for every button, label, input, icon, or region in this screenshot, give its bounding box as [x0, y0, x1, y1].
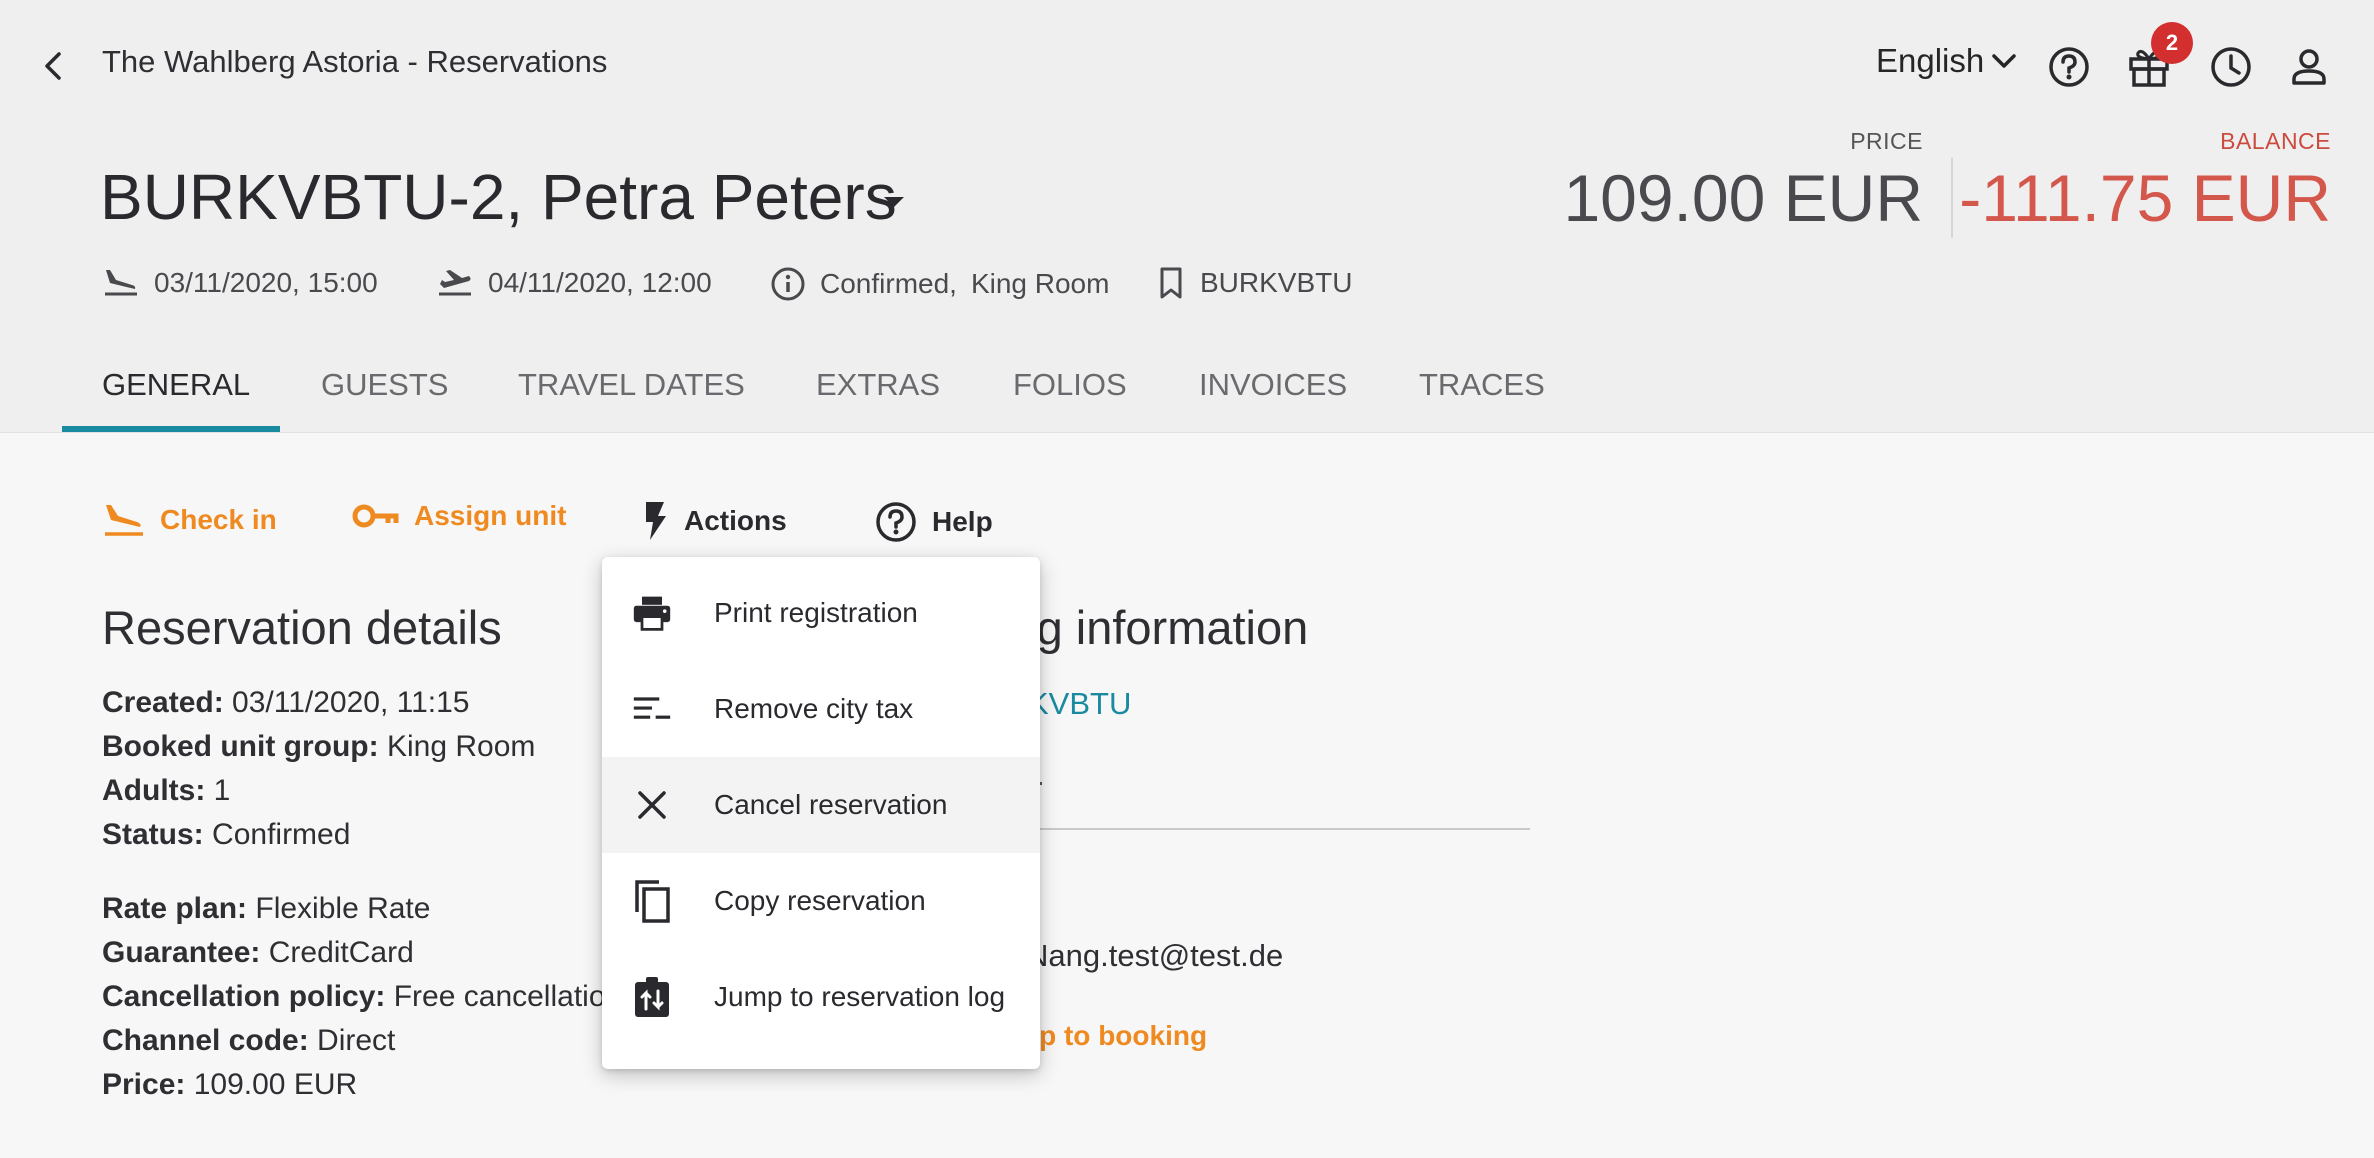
assign-unit-label: Assign unit	[414, 500, 567, 531]
detail-created: Created: 03/11/2020, 11:15	[102, 686, 470, 719]
actions-button[interactable]: Actions	[640, 500, 787, 542]
jump-to-booking-link[interactable]: np to booking	[1022, 1020, 1207, 1052]
reservation-details-title: Reservation details	[102, 601, 502, 654]
price-divider	[1951, 158, 1953, 238]
user-icon[interactable]	[2284, 42, 2334, 92]
balance-value: -111.75 EUR	[1959, 161, 2331, 235]
app-title: The Wahlberg Astoria - Reservations	[102, 44, 608, 79]
tab-extras[interactable]: EXTRAS	[816, 367, 940, 403]
detail-adults: Adults: 1	[102, 774, 231, 807]
back-button[interactable]	[38, 46, 68, 86]
help-icon	[876, 502, 916, 542]
detail-rate-plan: Rate plan: Flexible Rate	[102, 892, 431, 925]
key-icon	[352, 504, 399, 528]
sort-lines-icon	[632, 689, 672, 729]
detail-cancellation-policy: Cancellation policy: Free cancellatio	[102, 980, 606, 1013]
unit-group-text: King Room	[970, 268, 1110, 299]
tab-general[interactable]: GENERAL	[102, 367, 250, 403]
language-selector[interactable]: English	[1876, 42, 2018, 80]
detail-price: Price: 109.00 EUR	[102, 1068, 358, 1101]
tab-guests[interactable]: GUESTS	[321, 367, 448, 403]
notification-badge: 2	[2151, 22, 2193, 64]
detail-guarantee: Guarantee: CreditCard	[102, 936, 414, 969]
tab-travel-dates[interactable]: TRAVEL DATES	[518, 367, 745, 403]
flight-land-icon	[105, 505, 143, 536]
booking-link[interactable]: KVBTU	[1028, 686, 1131, 722]
caret-down-icon	[884, 197, 904, 207]
booker-email: Nang.test@test.de	[1026, 938, 1284, 973]
departure-info: 04/11/2020, 12:00	[436, 266, 712, 300]
status-info: Confirmed, King Room	[770, 266, 1109, 302]
actions-menu: Print registration Remove city tax Cance…	[602, 557, 1040, 1069]
menu-item-print-registration[interactable]: Print registration	[602, 565, 1040, 661]
history-icon[interactable]	[2206, 42, 2256, 92]
language-label: English	[1876, 42, 1985, 79]
tab-invoices[interactable]: INVOICES	[1199, 367, 1347, 403]
assign-unit-button[interactable]: Assign unit	[352, 500, 566, 532]
bookmark-icon	[1160, 267, 1182, 299]
help-icon[interactable]	[2044, 42, 2094, 92]
flight-land-icon	[105, 270, 137, 296]
log-icon	[632, 977, 672, 1017]
menu-label-copy-reservation: Copy reservation	[714, 885, 926, 916]
booking-divider	[1000, 828, 1530, 830]
close-icon	[632, 785, 672, 825]
menu-item-jump-to-reservation-log[interactable]: Jump to reservation log	[602, 949, 1040, 1045]
flight-takeoff-icon	[439, 270, 471, 296]
menu-item-remove-city-tax[interactable]: Remove city tax	[602, 661, 1040, 757]
reservation-menu-caret[interactable]	[882, 195, 906, 214]
menu-label-cancel-reservation: Cancel reservation	[714, 789, 948, 820]
balance-label: BALANCE	[2220, 128, 2331, 154]
price-label: PRICE	[1850, 128, 1923, 154]
help-button[interactable]: Help	[874, 500, 993, 544]
actions-label: Actions	[684, 505, 787, 536]
arrival-info: 03/11/2020, 15:00	[102, 266, 378, 300]
tab-traces[interactable]: TRACES	[1419, 367, 1545, 403]
menu-label-print-registration: Print registration	[714, 597, 918, 628]
booking-id-info: BURKVBTU	[1156, 266, 1352, 300]
departure-date: 04/11/2020, 12:00	[488, 267, 712, 298]
booking-information-title: ing information	[1000, 601, 1309, 654]
menu-label-jump-to-reservation-log: Jump to reservation log	[714, 981, 1006, 1012]
copy-icon	[632, 880, 672, 923]
info-icon	[771, 267, 805, 301]
lightning-icon	[646, 502, 666, 540]
menu-item-copy-reservation[interactable]: Copy reservation	[602, 853, 1040, 949]
arrival-date: 03/11/2020, 15:00	[154, 267, 378, 298]
detail-channel-code: Channel code: Direct	[102, 1024, 396, 1057]
menu-item-cancel-reservation[interactable]: Cancel reservation	[602, 757, 1040, 853]
chevron-down-icon	[1992, 54, 2016, 68]
menu-label-remove-city-tax: Remove city tax	[714, 693, 914, 724]
chevron-left-icon	[45, 52, 61, 80]
active-tab-indicator	[62, 426, 280, 432]
check-in-label: Check in	[160, 504, 277, 535]
status-text: Confirmed,	[820, 268, 957, 299]
check-in-button[interactable]: Check in	[102, 500, 277, 540]
booking-id: BURKVBTU	[1200, 267, 1353, 298]
price-value: 109.00 EUR	[1563, 161, 1923, 235]
reservation-title: BURKVBTU-2, Petra Peters	[100, 161, 897, 233]
printer-icon	[632, 593, 672, 633]
detail-status: Status: Confirmed	[102, 818, 351, 851]
tab-folios[interactable]: FOLIOS	[1013, 367, 1127, 403]
detail-booked-unit-group: Booked unit group: King Room	[102, 730, 536, 763]
help-label: Help	[932, 506, 993, 537]
